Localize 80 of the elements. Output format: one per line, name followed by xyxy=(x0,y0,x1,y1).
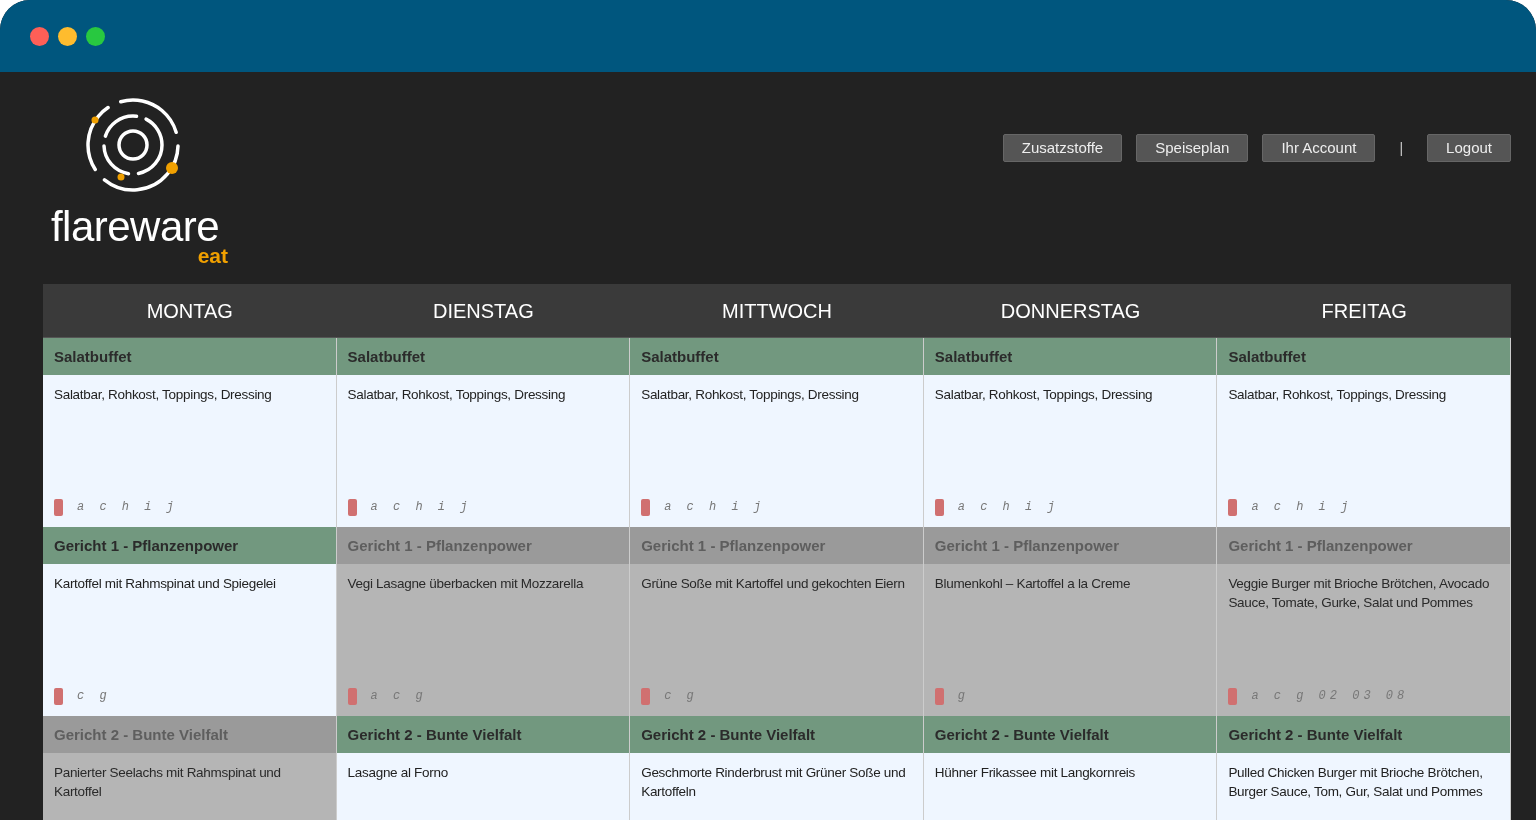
nav-separator: | xyxy=(1399,138,1404,158)
meal-title: Salatbuffet xyxy=(1217,338,1510,375)
meal-title: Gericht 2 - Bunte Vielfalt xyxy=(43,716,336,753)
meal-card[interactable]: Salatbar, Rohkost, Toppings, Dressing a c h i j xyxy=(923,375,1217,527)
meal-title: Salatbuffet xyxy=(630,338,923,375)
nav-button[interactable]: Logout xyxy=(1427,134,1511,162)
meal-description: Kartoffel mit Rahmspinat und Spiegelei xyxy=(54,575,277,593)
allergen-codes: a c h i j xyxy=(957,498,1059,516)
meal-title: Gericht 1 - Pflanzenpower xyxy=(923,527,1217,564)
maximize-button[interactable] xyxy=(86,27,105,46)
day-header: MITTWOCH xyxy=(630,284,924,338)
day-header: FREITAG xyxy=(1217,284,1511,338)
allergen-codes: a c g xyxy=(370,687,427,705)
close-button[interactable] xyxy=(30,27,49,46)
meal-card[interactable]: Blumenkohl – Kartoffel a la Creme g xyxy=(923,564,1217,716)
allergen-codes: a c h i j xyxy=(1251,498,1353,516)
meal-description: Salatbar, Rohkost, Toppings, Dressing xyxy=(934,386,1154,404)
meal-card[interactable]: Hühner Frikassee mit Langkornreis xyxy=(923,753,1217,820)
minimize-button[interactable] xyxy=(58,27,77,46)
meal-description: Salatbar, Rohkost, Toppings, Dressing xyxy=(641,386,860,404)
marker-icon xyxy=(1228,498,1238,516)
meal-title: Salatbuffet xyxy=(43,338,336,375)
meal-description: Panierter Seelachs mit Rahmspinat und Kartoffel xyxy=(54,764,282,801)
meal-title: Gericht 2 - Bunte Vielfalt xyxy=(1217,716,1510,753)
allergen-codes: c g xyxy=(664,687,698,705)
allergen-codes: c g xyxy=(77,687,111,705)
meal-title: Salatbuffet xyxy=(923,338,1217,375)
meal-card[interactable]: Kartoffel mit Rahmspinat und Spiegelei c g xyxy=(43,564,336,716)
meal-description: Blumenkohl – Kartoffel a la Creme xyxy=(934,575,1132,593)
marker-icon xyxy=(1228,687,1238,705)
meal-description: Lasagne al Forno xyxy=(347,764,449,782)
meal-description: Salatbar, Rohkost, Toppings, Dressing xyxy=(1228,386,1447,404)
marker-icon xyxy=(347,687,357,705)
meal-title: Gericht 1 - Pflanzenpower xyxy=(1217,527,1510,564)
marker-icon xyxy=(934,687,944,705)
allergen-codes: a c h i j xyxy=(370,498,472,516)
logo-wordmark: flareware xyxy=(50,206,220,248)
nav-button[interactable]: Speiseplan xyxy=(1136,134,1249,162)
day-header: MONTAG xyxy=(43,284,337,338)
day-header: DONNERSTAG xyxy=(923,284,1218,338)
logo-subtitle: eat xyxy=(197,245,228,266)
meal-card[interactable]: Lasagne al Forno xyxy=(336,753,630,820)
meal-card[interactable]: Salatbar, Rohkost, Toppings, Dressing a c h i j xyxy=(1217,375,1510,527)
allergen-codes: a c g 02 03 08 xyxy=(1251,687,1409,705)
meal-description: Grüne Soße mit Kartoffel und gekochten Eiern xyxy=(641,575,906,593)
meal-card[interactable]: Salatbar, Rohkost, Toppings, Dressing a c h i j xyxy=(336,375,630,527)
marker-icon xyxy=(641,498,651,516)
meal-title: Gericht 2 - Bunte Vielfalt xyxy=(336,716,630,753)
meal-description: Salatbar, Rohkost, Toppings, Dressing xyxy=(347,386,567,404)
meal-card[interactable]: Geschmorte Rinderbrust mit Grüner Soße und Kartoffeln xyxy=(630,753,923,820)
marker-icon xyxy=(347,498,357,516)
marker-icon xyxy=(54,498,63,516)
meal-card[interactable]: Panierter Seelachs mit Rahmspinat und Kartoffel xyxy=(43,753,336,820)
meal-title: Salatbuffet xyxy=(336,338,630,375)
day-header: DIENSTAG xyxy=(336,284,631,338)
marker-icon xyxy=(54,687,63,705)
meal-title: Gericht 1 - Pflanzenpower xyxy=(43,527,336,564)
nav-button[interactable]: Ihr Account xyxy=(1262,134,1376,162)
meal-description: Geschmorte Rinderbrust mit Grüner Soße und Kartoffeln xyxy=(641,764,907,801)
meal-card[interactable]: Salatbar, Rohkost, Toppings, Dressing a c h i j xyxy=(43,375,336,527)
marker-icon xyxy=(934,498,944,516)
allergen-codes: a c h i j xyxy=(664,498,765,516)
meal-card[interactable]: Veggie Burger mit Brioche Brötchen, Avocado Sauce, Tomate, Gurke, Salat und Pommes a c g 02 03 08 xyxy=(1217,564,1510,716)
meal-card[interactable]: Salatbar, Rohkost, Toppings, Dressing a c h i j xyxy=(630,375,923,527)
meal-description: Veggie Burger mit Brioche Brötchen, Avocado Sauce, Tomate, Gurke, Salat und Pommes xyxy=(1228,575,1491,612)
meal-title: Gericht 1 - Pflanzenpower xyxy=(630,527,923,564)
allergen-codes: a c h i j xyxy=(77,498,178,516)
meal-title: Gericht 2 - Bunte Vielfalt xyxy=(630,716,923,753)
meal-description: Hühner Frikassee mit Langkornreis xyxy=(934,764,1136,782)
meal-title: Gericht 1 - Pflanzenpower xyxy=(336,527,630,564)
nav-button[interactable]: Zusatzstoffe xyxy=(1002,134,1123,162)
meal-card[interactable]: Grüne Soße mit Kartoffel und gekochten Eiern c g xyxy=(630,564,923,716)
meal-card[interactable]: Pulled Chicken Burger mit Brioche Brötchen, Burger Sauce, Tom, Gur, Salat und Pommes xyxy=(1217,753,1510,820)
marker-icon xyxy=(641,687,651,705)
meal-description: Vegi Lasagne überbacken mit Mozzarella xyxy=(347,575,585,593)
meal-description: Salatbar, Rohkost, Toppings, Dressing xyxy=(54,386,273,404)
allergen-codes: g xyxy=(957,687,969,705)
meal-description: Pulled Chicken Burger mit Brioche Brötchen, Burger Sauce, Tom, Gur, Salat und Pommes xyxy=(1228,764,1484,801)
meal-title: Gericht 2 - Bunte Vielfalt xyxy=(923,716,1217,753)
meal-card[interactable]: Vegi Lasagne überbacken mit Mozzarella a c g xyxy=(336,564,630,716)
